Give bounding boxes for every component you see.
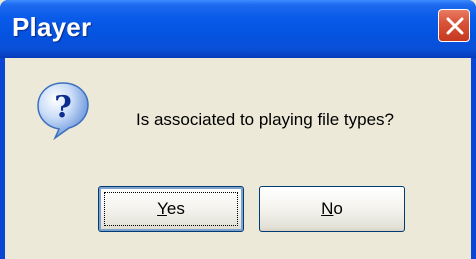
close-x-icon	[446, 17, 464, 35]
yes-button-label: Yes	[157, 199, 185, 218]
svg-text:?: ?	[54, 90, 72, 125]
no-button-label: No	[321, 199, 343, 218]
no-button[interactable]: No	[259, 186, 405, 232]
window-title: Player	[12, 12, 92, 42]
question-mark-icon: ?	[37, 82, 89, 140]
title-bar[interactable]: Player	[0, 0, 476, 58]
close-button[interactable]	[438, 9, 470, 42]
dialog-body: ? Is associated to playing file types? Y…	[5, 58, 471, 259]
yes-button[interactable]: Yes	[98, 186, 244, 232]
dialog-message: Is associated to playing file types?	[136, 110, 394, 129]
dialog-window: Player ? Is associated to playing file t…	[0, 0, 476, 259]
